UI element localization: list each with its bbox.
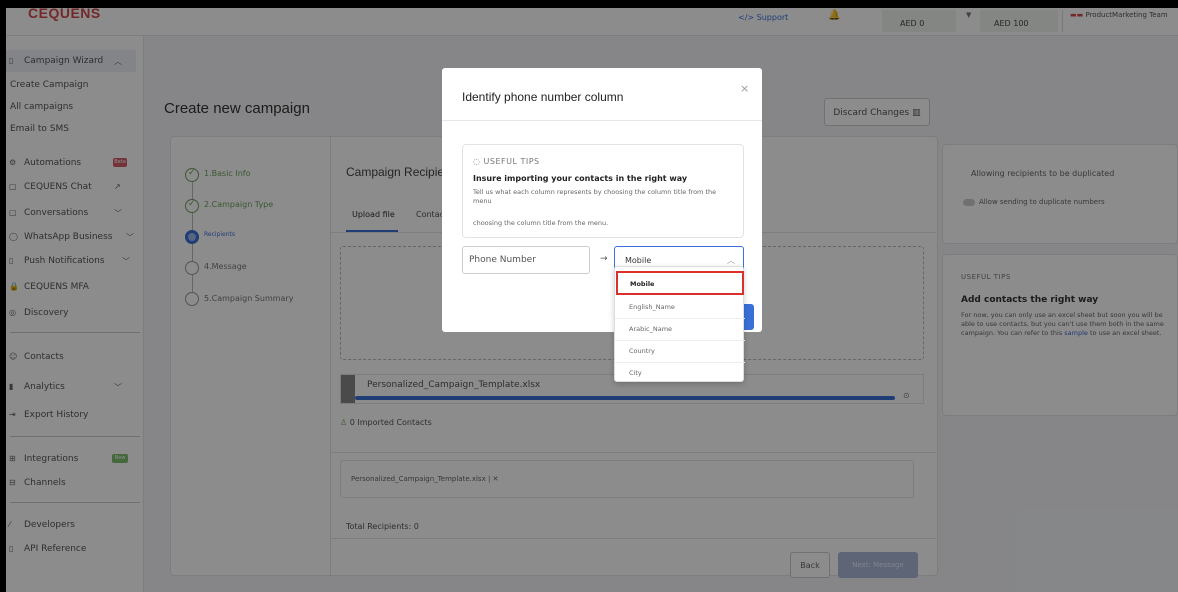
lightbulb-icon: ◌ — [473, 157, 481, 166]
close-icon[interactable]: × — [740, 82, 749, 95]
arrow-right-icon: → — [600, 254, 608, 264]
modal-tips-text: Tell us what each column represents by c… — [473, 188, 717, 205]
modal-tips-label-text: USEFUL TIPS — [483, 157, 540, 166]
modal-tips-text-2: choosing the column title from the menu. — [473, 219, 609, 227]
column-select-value: Mobile — [625, 256, 652, 265]
dropdown-option-arabic-name[interactable]: Arabic_Name — [615, 319, 745, 341]
modal-tips-box: ◌ USEFUL TIPS Insure importing your cont… — [462, 144, 744, 238]
dropdown-option-city[interactable]: City — [615, 363, 745, 385]
dropdown-option-english-name[interactable]: English_Name — [615, 297, 745, 319]
option-label: Country — [629, 347, 655, 355]
modal-divider — [442, 120, 762, 121]
option-label: English_Name — [629, 303, 675, 311]
screen: CEQUENS </> Support 🔔 AED 0 ▼ AED 100 ▬▬… — [6, 8, 1178, 592]
phone-number-label: Phone Number — [469, 255, 536, 265]
modal-tips-title: Insure importing your contacts in the ri… — [473, 174, 688, 183]
chevron-up-icon: ︿ — [727, 256, 735, 265]
phone-number-field: Phone Number — [462, 246, 590, 274]
column-dropdown: Mobile English_Name Arabic_Name Country … — [614, 266, 745, 385]
option-label: Mobile — [630, 280, 655, 288]
modal-tips-label: ◌ USEFUL TIPS — [473, 157, 540, 166]
modal-title: Identify phone number column — [462, 90, 624, 104]
option-label: Arabic_Name — [629, 325, 673, 333]
dropdown-option-mobile[interactable]: Mobile — [616, 271, 744, 295]
option-label: City — [629, 369, 642, 377]
dropdown-option-country[interactable]: Country — [615, 341, 745, 363]
